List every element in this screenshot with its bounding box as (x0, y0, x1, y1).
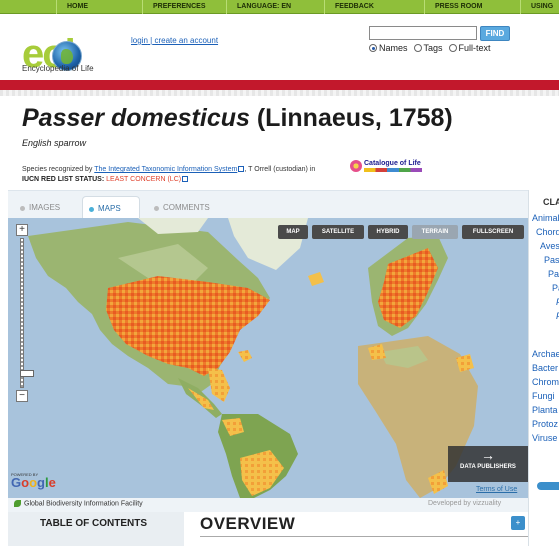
nav-using[interactable]: USING (520, 0, 559, 14)
radio-selected-icon (369, 44, 377, 52)
sidebar-item-archaea[interactable]: Archae (532, 349, 559, 359)
search-scope: Names Tags Full-text (369, 43, 491, 53)
zoom-control: + − (16, 224, 34, 402)
site-header: eol Encyclopedia of Life login | create … (0, 14, 559, 80)
sidebar-item-chromista[interactable]: Chrom (532, 377, 559, 387)
tab-dot-icon (20, 206, 25, 211)
tab-maps[interactable]: MAPS (82, 196, 140, 219)
zoom-slider-track[interactable] (20, 238, 34, 388)
media-tabs: IMAGES MAPS COMMENTS (8, 190, 528, 219)
search-option-fulltext[interactable]: Full-text (448, 43, 491, 53)
sidebar-item-passer[interactable]: Pa (552, 283, 559, 293)
terms-of-use-link[interactable]: Terms of Use (476, 486, 517, 493)
page-title: Passer domesticus (Linnaeus, 1758) (22, 104, 453, 133)
zoom-slider-handle[interactable] (20, 370, 34, 377)
sidebar-item-passeriformes[interactable]: Pas (544, 255, 559, 265)
sidebar-item-chordata[interactable]: Chorda (536, 227, 559, 237)
common-name: English sparrow (22, 138, 87, 148)
create-account-link[interactable]: create an account (154, 36, 218, 45)
sidebar-item-viruses[interactable]: Viruse (532, 433, 557, 443)
tab-dot-icon (89, 207, 94, 212)
google-logo: Google (11, 475, 56, 490)
distribution-map[interactable]: + − MAP SATELLITE HYBRID TERRAIN FULLSCR… (8, 218, 528, 498)
external-link-icon (238, 166, 245, 173)
search-input[interactable] (369, 26, 477, 40)
sidebar-item-bacteria[interactable]: Bacter (532, 363, 558, 373)
sidebar-item-aves[interactable]: Aves (540, 241, 559, 251)
top-nav: HOME PREFERENCES LANGUAGE: EN FEEDBACK P… (0, 0, 559, 14)
classification-sidebar: CLA Animal Chorda Aves Pas Pas Pa P P Ar… (528, 190, 559, 546)
sidebar-item-plantae[interactable]: Planta (532, 405, 558, 415)
data-publishers-button[interactable]: → DATA PUBLISHERS (448, 446, 528, 482)
nav-preferences[interactable]: PREFERENCES (142, 0, 226, 14)
nav-home[interactable]: HOME (56, 0, 142, 14)
fullscreen-button[interactable]: FULLSCREEN (462, 225, 524, 239)
brand-red-bar (0, 80, 559, 90)
search-option-tags[interactable]: Tags (413, 43, 443, 53)
iucn-status-line: IUCN RED LIST STATUS: LEAST CONCERN (LC) (22, 176, 189, 183)
catalogue-of-life-badge[interactable]: Catalogue of Life (348, 160, 424, 174)
toc-heading: TABLE OF CONTENTS (40, 518, 148, 529)
nav-feedback[interactable]: FEEDBACK (324, 0, 424, 14)
overview-heading: OVERVIEW (200, 514, 296, 533)
iucn-status-link[interactable]: LEAST CONCERN (LC) (106, 176, 181, 183)
map-footer: Global Biodiversity Information Facility… (8, 498, 528, 512)
catalogue-logo-icon (350, 160, 362, 172)
scientific-name: Passer domesticus (22, 104, 250, 132)
satellite-view-button[interactable]: SATELLITE (312, 225, 364, 239)
table-of-contents: TABLE OF CONTENTS (8, 512, 184, 546)
zoom-in-button[interactable]: + (16, 224, 28, 236)
login-links: login | create an account (131, 36, 218, 45)
link-separator: | (150, 36, 153, 45)
recognition-line: Species recognized by The Integrated Tax… (22, 166, 316, 173)
gbif-attribution[interactable]: Global Biodiversity Information Facility (14, 500, 143, 507)
gbif-leaf-icon (14, 500, 21, 507)
overview-divider (200, 536, 530, 537)
find-button[interactable]: FIND (480, 26, 510, 41)
hybrid-view-button[interactable]: HYBRID (368, 225, 408, 239)
tab-comments[interactable]: COMMENTS (148, 196, 220, 219)
classification-heading: CLA (543, 197, 559, 207)
sidebar-item-animalia[interactable]: Animal (532, 213, 559, 223)
map-view-button[interactable]: MAP (278, 225, 308, 239)
itis-link[interactable]: The Integrated Taxonomic Information Sys… (94, 166, 237, 173)
zoom-out-button[interactable]: − (16, 390, 28, 402)
search-option-names[interactable]: Names (369, 43, 408, 53)
sidebar-item-protozoa[interactable]: Protoz (532, 419, 558, 429)
external-link-icon (182, 176, 189, 183)
nav-language[interactable]: LANGUAGE: EN (226, 0, 324, 14)
radio-icon (448, 44, 457, 52)
add-content-icon[interactable]: + (511, 516, 525, 530)
header-divider (0, 90, 559, 96)
login-link[interactable]: login (131, 36, 148, 45)
logo-caption: Encyclopedia of Life (22, 64, 94, 73)
arrow-right-icon: → (481, 447, 495, 463)
radio-icon (413, 44, 422, 52)
terrain-view-button[interactable]: TERRAIN (412, 225, 458, 239)
sidebar-item-fungi[interactable]: Fungi (532, 391, 555, 401)
nav-press-room[interactable]: PRESS ROOM (424, 0, 520, 14)
tab-dot-icon (154, 206, 159, 211)
authority: (Linnaeus, 1758) (256, 104, 453, 132)
sidebar-scroll-button[interactable] (537, 482, 559, 490)
tab-images[interactable]: IMAGES (14, 196, 76, 219)
vizzuality-credit[interactable]: Developed by vizzuality (428, 500, 501, 507)
sidebar-item-passeridae[interactable]: Pas (548, 269, 559, 279)
